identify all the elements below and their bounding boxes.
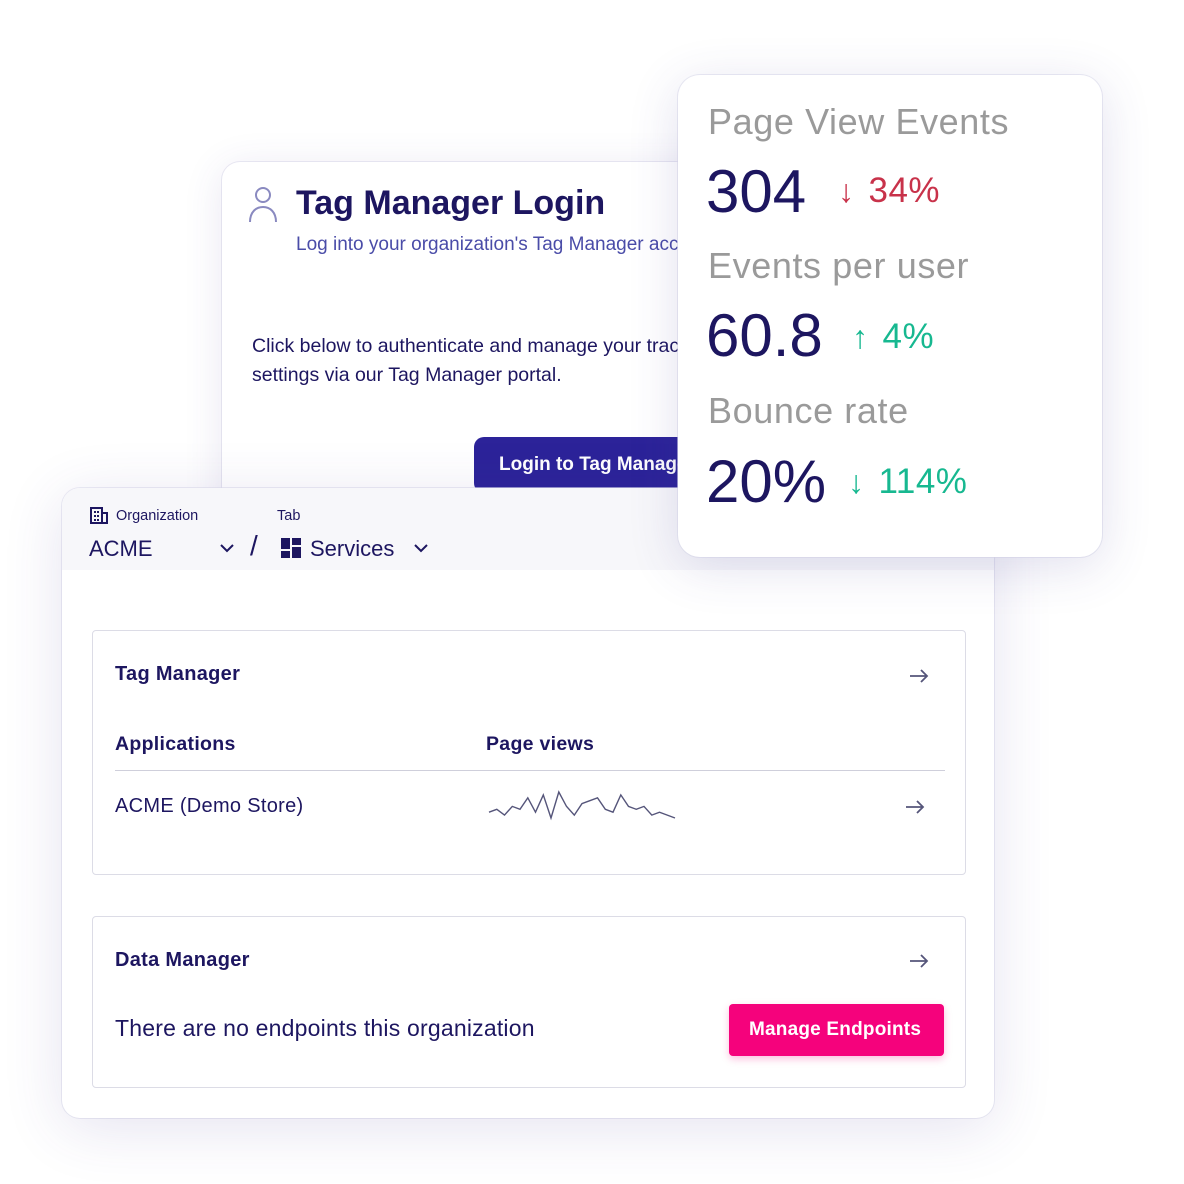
events-per-user-label: Events per user (708, 245, 970, 286)
column-header-applications: Applications (115, 733, 236, 755)
column-header-page-views: Page views (486, 733, 595, 755)
login-description: Click below to authenticate and manage y… (252, 335, 715, 386)
building-icon (90, 507, 108, 524)
page-view-events-label: Page View Events (708, 101, 1010, 142)
bounce-rate-value: 20% (706, 448, 827, 515)
page-views-sparkline (488, 790, 676, 821)
bounce-rate-label: Bounce rate (708, 390, 909, 431)
page-view-events-delta: ↓ 34% (838, 171, 940, 211)
chevron-down-icon[interactable] (414, 544, 428, 553)
tag-manager-title: Tag Manager (115, 663, 241, 685)
arrow-right-icon[interactable] (905, 800, 925, 814)
login-card: Tag Manager Login Log into your organiza… (222, 162, 742, 522)
tab-label: Tab (277, 508, 301, 524)
delta-value: 4% (882, 317, 935, 356)
breadcrumb-separator: / (250, 530, 258, 561)
page-view-events-value: 304 (706, 158, 807, 225)
bounce-rate-delta: ↓ 114% (848, 462, 967, 502)
events-per-user-value: 60.8 (706, 302, 823, 369)
tag-manager-panel: Tag Manager Applications Page views ACME… (92, 630, 966, 875)
table-divider (115, 770, 945, 771)
organization-label: Organization (116, 508, 199, 524)
data-manager-title: Data Manager (115, 949, 250, 971)
login-title: Tag Manager Login (296, 184, 606, 222)
application-name[interactable]: ACME (Demo Store) (115, 795, 303, 818)
events-per-user-delta: ↑ 4% (852, 317, 934, 357)
arrow-up-icon: ↑ (852, 319, 869, 355)
delta-value: 34% (868, 171, 941, 210)
no-endpoints-message: There are no endpoints this organization (115, 1015, 535, 1041)
data-manager-panel: Data Manager There are no endpoints this… (92, 916, 966, 1088)
chevron-down-icon[interactable] (220, 544, 234, 553)
arrow-right-icon[interactable] (909, 669, 929, 683)
grid-icon (281, 538, 301, 558)
login-subtitle: Log into your organization's Tag Manager… (296, 234, 721, 255)
stats-card: Page View Events 304 ↓ 34% Events per use… (678, 75, 1102, 557)
arrow-right-icon[interactable] (909, 954, 929, 968)
organization-select[interactable]: ACME (89, 536, 153, 562)
arrow-down-icon: ↓ (848, 464, 865, 500)
manage-endpoints-button[interactable]: Manage Endpoints (729, 1004, 944, 1056)
arrow-down-icon: ↓ (838, 173, 855, 209)
tab-select[interactable]: Services (310, 536, 394, 562)
user-icon (249, 187, 277, 223)
delta-value: 114% (878, 462, 968, 501)
dashboard-card: Organization ACME / Tab Services Tag Man… (62, 488, 994, 1118)
